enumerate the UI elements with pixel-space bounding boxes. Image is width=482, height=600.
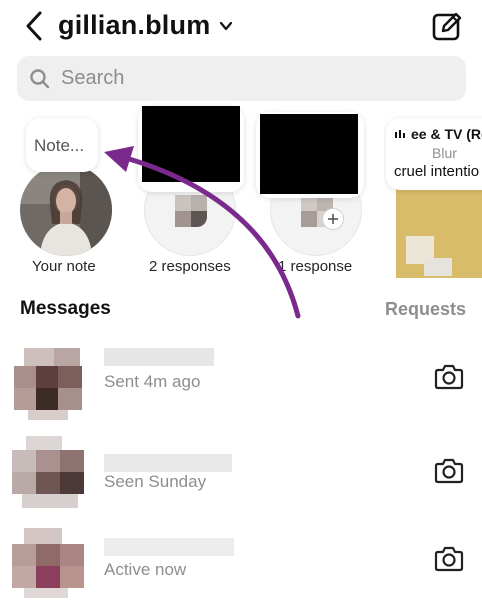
music-artist: Blur bbox=[432, 145, 457, 161]
conversation-row[interactable]: Seen Sunday bbox=[0, 428, 482, 514]
back-button[interactable] bbox=[22, 10, 48, 42]
camera-button[interactable] bbox=[434, 456, 464, 484]
redacted-name bbox=[104, 538, 234, 556]
camera-icon bbox=[434, 458, 464, 484]
messages-section-header: Messages Requests bbox=[0, 296, 482, 324]
search-input[interactable] bbox=[61, 67, 421, 90]
top-bar: gillian.blum bbox=[0, 0, 482, 52]
conversation-status: Sent 4m ago bbox=[104, 372, 201, 391]
username-title: gillian.blum bbox=[58, 10, 211, 40]
note-bubble[interactable]: Note... bbox=[26, 118, 98, 172]
note-responses-label: 1 response bbox=[278, 258, 353, 275]
music-track-title: ee & TV (Re bbox=[411, 126, 482, 142]
redacted-note-content bbox=[260, 114, 358, 194]
conversation-row[interactable]: Sent 4m ago bbox=[0, 340, 482, 426]
new-message-button[interactable] bbox=[430, 9, 464, 43]
note-bubble-text: Note... bbox=[34, 136, 85, 155]
music-note-item[interactable]: ee & TV (Re Blur cruel intentio bbox=[384, 106, 482, 282]
search-bar[interactable] bbox=[17, 56, 466, 101]
camera-icon bbox=[434, 546, 464, 572]
redacted-name bbox=[104, 348, 214, 366]
redacted-note-content bbox=[142, 106, 240, 182]
notes-tray: Note... Your note 2 responses 1 response… bbox=[0, 106, 482, 288]
chevron-down-icon bbox=[220, 21, 233, 30]
avatar bbox=[12, 348, 94, 422]
music-bars-icon bbox=[395, 130, 405, 138]
music-caption: cruel intentio bbox=[394, 163, 480, 180]
note-bubble: ee & TV (Re Blur cruel intentio bbox=[386, 118, 482, 190]
new-message-icon bbox=[432, 12, 462, 41]
camera-button[interactable] bbox=[434, 362, 464, 390]
conversation-status: Seen Sunday bbox=[104, 472, 207, 491]
avatar bbox=[12, 436, 94, 510]
search-icon bbox=[30, 68, 50, 88]
note-responses-label: 2 responses bbox=[149, 258, 231, 275]
camera-button[interactable] bbox=[434, 544, 464, 572]
avatar bbox=[20, 164, 112, 256]
friend-note-item[interactable]: 2 responses bbox=[134, 106, 244, 282]
conversation-status: Active now bbox=[104, 560, 187, 579]
requests-link[interactable]: Requests bbox=[385, 299, 466, 320]
your-note-item[interactable]: Note... Your note bbox=[14, 106, 124, 282]
messages-heading: Messages bbox=[20, 298, 111, 319]
add-note-button[interactable] bbox=[322, 208, 344, 230]
redacted-name bbox=[104, 454, 232, 472]
conversation-row[interactable]: Active now bbox=[0, 516, 482, 600]
your-note-label: Your note bbox=[32, 258, 96, 275]
friend-note-item[interactable]: 1 response bbox=[256, 106, 366, 282]
camera-icon bbox=[434, 364, 464, 390]
chevron-left-icon bbox=[26, 11, 42, 41]
avatar bbox=[12, 524, 94, 598]
account-switcher[interactable]: gillian.blum bbox=[58, 10, 234, 41]
plus-icon bbox=[328, 214, 338, 224]
